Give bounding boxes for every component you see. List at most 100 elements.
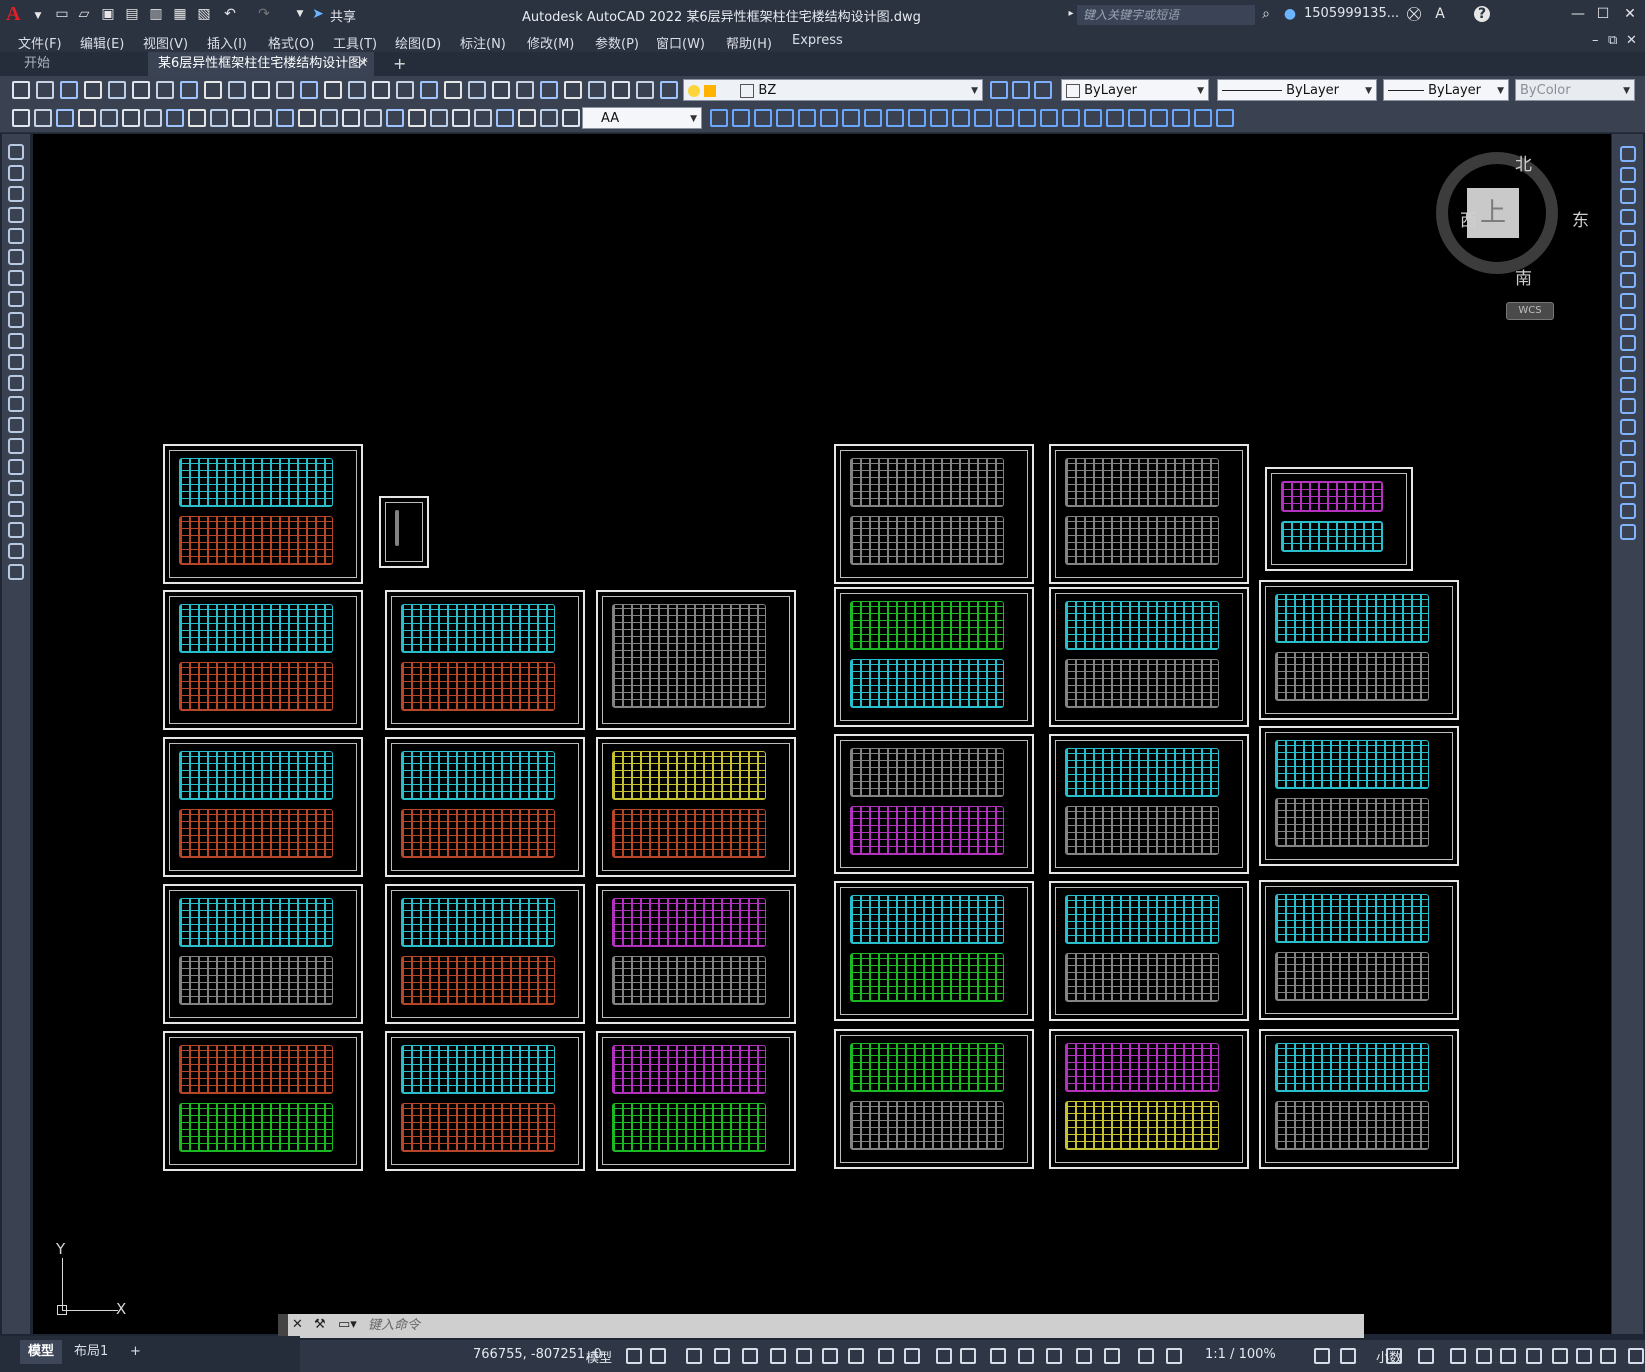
recent-commands-icon[interactable]: ▭▾ <box>338 1317 357 1332</box>
status-toggle-icon[interactable] <box>1552 1348 1568 1364</box>
drawing-sheet[interactable] <box>834 444 1034 584</box>
draw-tool-icon[interactable] <box>8 291 24 307</box>
menu-modify[interactable]: 修改(M) <box>527 33 574 52</box>
color-dropdown[interactable]: ByLayer ▼ <box>1061 79 1209 101</box>
app-menu-chevron-icon[interactable]: ▼ <box>30 8 46 24</box>
doc-close-icon[interactable]: ✕ <box>1626 33 1637 48</box>
dimension-tool-icon[interactable] <box>34 109 52 127</box>
modify-tool-icon[interactable] <box>1106 109 1124 127</box>
drawing-sheet[interactable] <box>834 734 1034 874</box>
drawing-sheet[interactable] <box>385 590 585 730</box>
status-toggle-icon[interactable] <box>1476 1348 1492 1364</box>
status-toggle-icon[interactable] <box>1076 1348 1092 1364</box>
drawing-sheet[interactable] <box>596 884 796 1024</box>
modify-tool-icon[interactable] <box>908 109 926 127</box>
modify-tool-icon[interactable] <box>930 109 948 127</box>
modify-tool-icon[interactable] <box>1084 109 1102 127</box>
toolbar-tool-icon[interactable] <box>660 81 678 99</box>
modify-tool-icon[interactable] <box>798 109 816 127</box>
toolbar-tool-icon[interactable] <box>372 81 390 99</box>
toolbar-tool-icon[interactable] <box>588 81 606 99</box>
draw-tool-icon[interactable] <box>8 375 24 391</box>
modify-tool-icon[interactable] <box>1620 293 1636 309</box>
drawing-sheet[interactable] <box>379 496 429 568</box>
modify-tool-icon[interactable] <box>820 109 838 127</box>
toolbar-tool-icon[interactable] <box>468 81 486 99</box>
tab-layout1[interactable]: 布局1 <box>66 1340 116 1364</box>
modify-tool-icon[interactable] <box>1620 461 1636 477</box>
drawing-sheet[interactable] <box>1049 881 1249 1021</box>
dimension-tool-icon[interactable] <box>386 109 404 127</box>
annotation-scale[interactable]: 1:1 / 100% <box>1205 1347 1276 1362</box>
layer-tool-icon[interactable] <box>990 81 1008 99</box>
draw-tool-icon[interactable] <box>8 564 24 580</box>
tab-document[interactable]: 某6层异性框架柱住宅楼结构设计图* <box>148 52 374 76</box>
drawing-sheet[interactable] <box>834 881 1034 1021</box>
dimension-tool-icon[interactable] <box>100 109 118 127</box>
draw-tool-icon[interactable] <box>8 438 24 454</box>
user-icon[interactable]: ● <box>1282 6 1298 22</box>
menu-view[interactable]: 视图(V) <box>143 33 188 52</box>
modify-tool-icon[interactable] <box>776 109 794 127</box>
modify-tool-icon[interactable] <box>1620 524 1636 540</box>
dimension-tool-icon[interactable] <box>518 109 536 127</box>
drawing-sheet[interactable] <box>1049 444 1249 584</box>
drawing-sheet[interactable] <box>1049 1029 1249 1169</box>
units-display[interactable]: 小数 <box>1376 1347 1402 1366</box>
dimension-tool-icon[interactable] <box>144 109 162 127</box>
modify-tool-icon[interactable] <box>1040 109 1058 127</box>
menu-window[interactable]: 窗口(W) <box>656 33 705 52</box>
menu-edit[interactable]: 编辑(E) <box>80 33 124 52</box>
toolbar-tool-icon[interactable] <box>612 81 630 99</box>
dimension-tool-icon[interactable] <box>364 109 382 127</box>
drawing-sheet[interactable] <box>163 1031 363 1171</box>
toolbar-tool-icon[interactable] <box>300 81 318 99</box>
drawing-sheet[interactable] <box>1049 587 1249 727</box>
drawing-sheet[interactable] <box>163 590 363 730</box>
modify-tool-icon[interactable] <box>974 109 992 127</box>
modify-tool-icon[interactable] <box>1620 356 1636 372</box>
search-input[interactable]: 键入关键字或短语 <box>1077 5 1255 25</box>
modify-tool-icon[interactable] <box>1620 314 1636 330</box>
draw-tool-icon[interactable] <box>8 312 24 328</box>
draw-tool-icon[interactable] <box>8 165 24 181</box>
modify-tool-icon[interactable] <box>1620 167 1636 183</box>
modify-tool-icon[interactable] <box>710 109 728 127</box>
toolbar-tool-icon[interactable] <box>324 81 342 99</box>
dimension-tool-icon[interactable] <box>540 109 558 127</box>
drawing-sheet[interactable] <box>1265 467 1413 571</box>
coordinates-readout[interactable]: 766755, -807251, 0 <box>473 1347 602 1362</box>
status-toggle-icon[interactable] <box>1314 1348 1330 1364</box>
drawing-sheet[interactable] <box>1049 734 1249 874</box>
status-toggle-icon[interactable] <box>742 1348 758 1364</box>
status-toggle-icon[interactable] <box>1600 1348 1616 1364</box>
viewcube-east-label[interactable]: 东 <box>1572 206 1589 231</box>
web-mobile-save-icon[interactable]: ▦ <box>172 6 188 22</box>
toolbar-tool-icon[interactable] <box>204 81 222 99</box>
dimension-tool-icon[interactable] <box>232 109 250 127</box>
toolbar-tool-icon[interactable] <box>252 81 270 99</box>
command-line-grip[interactable] <box>278 1314 288 1338</box>
modify-tool-icon[interactable] <box>1620 377 1636 393</box>
menu-format[interactable]: 格式(O) <box>268 33 314 52</box>
dimension-tool-icon[interactable] <box>562 109 580 127</box>
dimension-tool-icon[interactable] <box>452 109 470 127</box>
toolbar-tool-icon[interactable] <box>84 81 102 99</box>
modify-tool-icon[interactable] <box>1620 146 1636 162</box>
doc-minimize-icon[interactable]: – <box>1592 33 1599 48</box>
toolbar-tool-icon[interactable] <box>492 81 510 99</box>
drawing-sheet[interactable] <box>596 1031 796 1171</box>
status-toggle-icon[interactable] <box>878 1348 894 1364</box>
draw-tool-icon[interactable] <box>8 522 24 538</box>
draw-tool-icon[interactable] <box>8 333 24 349</box>
draw-tool-icon[interactable] <box>8 228 24 244</box>
status-toggle-icon[interactable] <box>1340 1348 1356 1364</box>
menu-draw[interactable]: 绘图(D) <box>395 33 441 52</box>
status-toggle-icon[interactable] <box>936 1348 952 1364</box>
draw-tool-icon[interactable] <box>8 480 24 496</box>
menu-file[interactable]: 文件(F) <box>18 33 62 52</box>
command-line[interactable]: ✕ ⚒ ▭▾ 键入命令 <box>278 1314 1364 1338</box>
dimension-tool-icon[interactable] <box>166 109 184 127</box>
modify-tool-icon[interactable] <box>754 109 772 127</box>
dimension-tool-icon[interactable] <box>320 109 338 127</box>
